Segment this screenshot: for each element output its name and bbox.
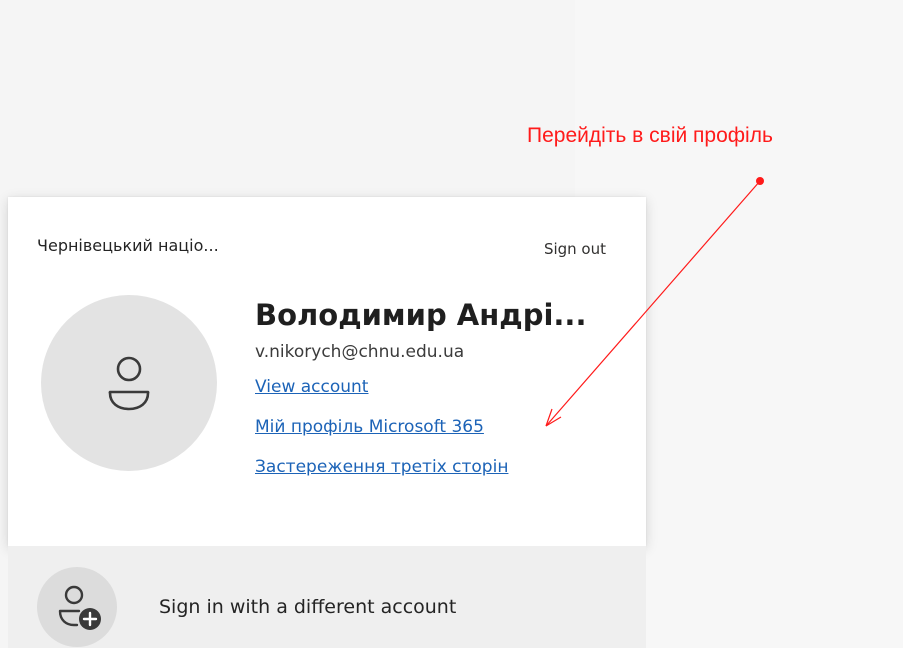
- user-info: Володимир Андрі... v.nikorych@chnu.edu.u…: [255, 293, 646, 487]
- third-party-notice-link[interactable]: Застереження третіх сторін: [255, 447, 646, 487]
- add-account-avatar: [37, 567, 117, 647]
- account-card: Чернівецький націо... Sign out Володимир…: [8, 197, 646, 546]
- user-display-name: Володимир Андрі...: [255, 298, 587, 332]
- account-links: View account Мій профіль Microsoft 365 З…: [255, 367, 646, 487]
- sign-in-different-account-button[interactable]: Sign in with a different account: [8, 546, 646, 648]
- person-icon: [108, 356, 150, 411]
- view-account-link[interactable]: View account: [255, 367, 646, 407]
- annotation-callout: Перейдіть в свій профіль: [527, 124, 773, 147]
- user-email: v.nikorych@chnu.edu.ua: [255, 342, 465, 362]
- avatar: [41, 295, 217, 471]
- sign-in-different-account-label: Sign in with a different account: [159, 596, 457, 618]
- sign-out-link[interactable]: Sign out: [544, 240, 606, 258]
- my-profile-link[interactable]: Мій профіль Microsoft 365: [255, 407, 646, 447]
- person-add-icon: [58, 585, 101, 630]
- organization-name: Чернівецький націо...: [37, 236, 219, 255]
